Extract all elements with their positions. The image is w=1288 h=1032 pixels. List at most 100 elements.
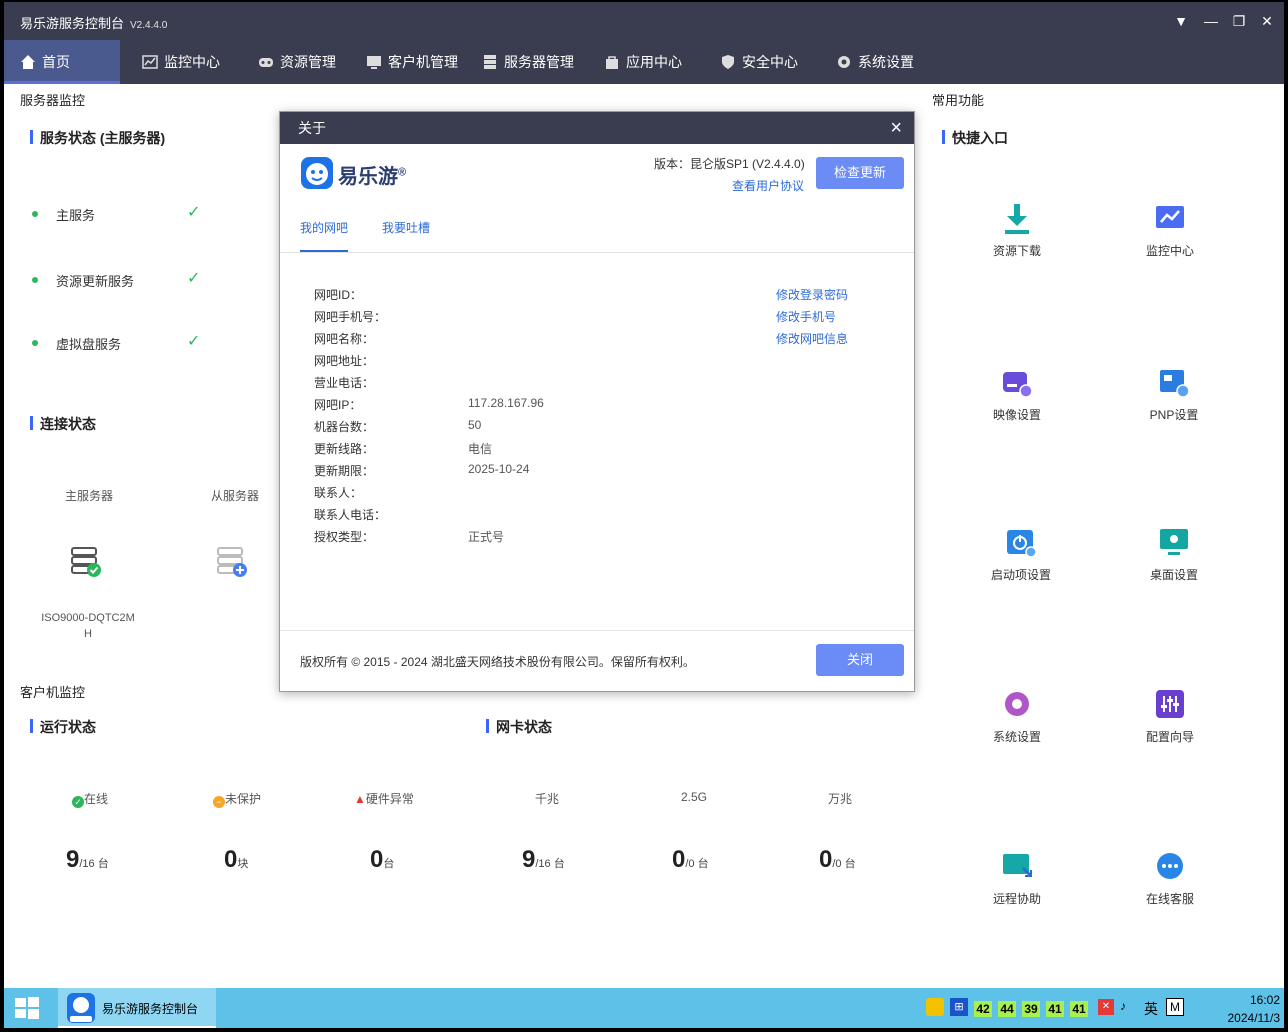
change-phone-link[interactable]: 修改手机号 — [776, 308, 836, 325]
quick-config-wizard[interactable]: 配置向导 — [1130, 688, 1210, 745]
dialog-close-icon[interactable]: × — [890, 116, 902, 140]
dropdown-icon[interactable]: ▼ — [1170, 10, 1192, 32]
disk-gear-icon — [1003, 372, 1033, 398]
quick-pnp-settings[interactable]: PNP设置 — [1134, 366, 1214, 423]
dialog-title: 关于 — [280, 112, 914, 144]
tray-counter[interactable]: 41 — [1046, 1001, 1064, 1017]
gigabit-count[interactable]: 9/16 台 — [522, 846, 565, 874]
quick-image-settings[interactable]: 映像设置 — [977, 366, 1057, 423]
about-dialog: 关于 × 易乐游® 版本：昆仑版SP1 (V2.4.4.0) 查看用户协议 检查… — [279, 111, 915, 692]
minus-icon: − — [213, 796, 225, 808]
window-title: 易乐游服务控制台 V2.4.4.0 — [20, 16, 168, 31]
field-label: 机器台数： — [314, 420, 375, 434]
minimize-icon[interactable]: — — [1200, 10, 1222, 32]
service-status-title: 服务状态 (主服务器) — [30, 128, 165, 148]
clock[interactable]: 16:02 2024/11/3 — [1190, 991, 1281, 1027]
tray-counter[interactable]: 39 — [1022, 1001, 1040, 1017]
flower-gear-icon — [1005, 692, 1029, 716]
tab-my-cafe[interactable]: 我的网吧 — [300, 219, 349, 252]
check-icon: ✓ — [187, 204, 201, 221]
quick-monitor-center[interactable]: 监控中心 — [1130, 202, 1210, 259]
copyright-text: 版权所有 © 2015 - 2024 湖北盛天网络技术股份有限公司。保留所有权利… — [300, 655, 695, 669]
check-update-button[interactable]: 检查更新 — [816, 157, 904, 189]
hw-abnormal-count[interactable]: 0台 — [370, 846, 394, 874]
field-label: 授权类型： — [314, 530, 375, 544]
nav-home[interactable]: 首页 — [4, 40, 120, 84]
change-cafe-info-link[interactable]: 修改网吧信息 — [776, 330, 848, 347]
main-nav: 首页 监控中心 资源管理 客户机管理 服务器管理 应用中心 安全中心 系统设置 — [4, 40, 1284, 84]
field-label: 网吧ID： — [314, 288, 363, 302]
tray-network-icon[interactable]: ⊞ — [950, 998, 968, 1016]
ime-indicator[interactable]: 英 — [1144, 999, 1158, 1019]
chat-headset-icon — [1157, 853, 1183, 879]
quick-functions-title: 常用功能 — [932, 93, 985, 108]
tray-x-icon[interactable]: ✕ — [1098, 999, 1114, 1015]
quick-remote-assist[interactable]: 远程协助 — [977, 850, 1057, 907]
tray-speaker-icon[interactable]: ♪ — [1120, 999, 1136, 1015]
footer-divider — [280, 630, 914, 631]
server-monitor-title: 服务器监控 — [20, 93, 86, 108]
field-label: 更新线路： — [314, 442, 375, 456]
add-sub-server-icon[interactable] — [216, 546, 248, 578]
nav-apps[interactable]: 应用中心 — [588, 40, 682, 84]
home-icon — [21, 55, 35, 69]
version-text: 版本：昆仑版SP1 (V2.4.4.0) — [654, 157, 805, 171]
tray-counter[interactable]: 42 — [974, 1001, 992, 1017]
connection-status-title: 连接状态 — [30, 414, 96, 434]
service-virtual-disk: 虚拟盘服务 — [32, 334, 121, 353]
server-name: ISO9000-DQTC2MH — [41, 612, 135, 640]
online-label: ✓ 在线 — [72, 790, 108, 808]
app-logo-icon — [301, 157, 333, 189]
nav-resources[interactable]: 资源管理 — [242, 40, 336, 84]
unprotected-count[interactable]: 0块 — [224, 846, 248, 874]
field-value-expiry: 2025-10-24 — [468, 462, 530, 476]
quick-desktop-settings[interactable]: 桌面设置 — [1134, 526, 1214, 583]
nav-monitor[interactable]: 监控中心 — [126, 40, 220, 84]
remote-screen-icon — [1003, 854, 1033, 878]
field-label: 网吧IP： — [314, 398, 362, 412]
client-monitor-title: 客户机监控 — [20, 685, 86, 700]
main-server-label: 主服务器 — [65, 489, 114, 503]
2-5g-count[interactable]: 0/0 台 — [672, 846, 709, 874]
quick-resource-download[interactable]: 资源下载 — [977, 202, 1057, 259]
tray-counter[interactable]: 44 — [998, 1001, 1016, 1017]
warning-icon: ▲ — [354, 792, 366, 806]
logo-text: 易乐游® — [338, 166, 407, 188]
quick-startup-settings[interactable]: 启动项设置 — [981, 526, 1061, 583]
field-label: 营业电话： — [314, 376, 375, 390]
windows-start-icon[interactable] — [14, 996, 40, 1020]
field-label: 网吧名称： — [314, 332, 375, 346]
close-button[interactable]: 关闭 — [816, 644, 904, 676]
quick-online-service[interactable]: 在线客服 — [1130, 850, 1210, 907]
unprotected-label: − 未保护 — [213, 790, 261, 808]
tab-feedback[interactable]: 我要吐槽 — [382, 219, 430, 236]
nav-settings[interactable]: 系统设置 — [820, 40, 914, 84]
tray-counter[interactable]: 41 — [1070, 1001, 1088, 1017]
field-value-machines: 50 — [468, 418, 482, 432]
nic-status-title: 网卡状态 — [486, 717, 552, 737]
desktop-gear-icon — [1160, 529, 1188, 555]
ime-mode[interactable]: M — [1166, 998, 1184, 1016]
nav-clients[interactable]: 客户机管理 — [350, 40, 458, 84]
maximize-icon[interactable]: ❐ — [1228, 10, 1250, 32]
main-server-icon[interactable] — [70, 546, 102, 578]
close-window-icon[interactable]: ✕ — [1256, 10, 1278, 32]
online-check-icon: ✓ — [72, 796, 84, 808]
user-agreement-link[interactable]: 查看用户协议 — [732, 177, 804, 194]
quick-system-settings[interactable]: 系统设置 — [977, 688, 1057, 745]
field-value-line: 电信 — [468, 442, 493, 456]
2-5g-label: 2.5G — [681, 790, 708, 804]
taskbar-app-button[interactable]: 易乐游服务控制台 — [58, 988, 216, 1028]
app-taskbar-icon — [67, 993, 95, 1023]
10g-count[interactable]: 0/0 台 — [819, 846, 856, 874]
chart-icon — [142, 55, 158, 69]
online-count[interactable]: 9/16 台 — [66, 846, 109, 874]
server-icon — [484, 55, 496, 69]
tab-divider — [280, 252, 914, 253]
nav-security[interactable]: 安全中心 — [704, 40, 798, 84]
change-password-link[interactable]: 修改登录密码 — [776, 286, 848, 303]
tray-app-icon[interactable] — [926, 998, 944, 1016]
shield-icon — [722, 55, 734, 69]
sub-server-label: 从服务器 — [211, 489, 260, 503]
nav-servers[interactable]: 服务器管理 — [466, 40, 574, 84]
